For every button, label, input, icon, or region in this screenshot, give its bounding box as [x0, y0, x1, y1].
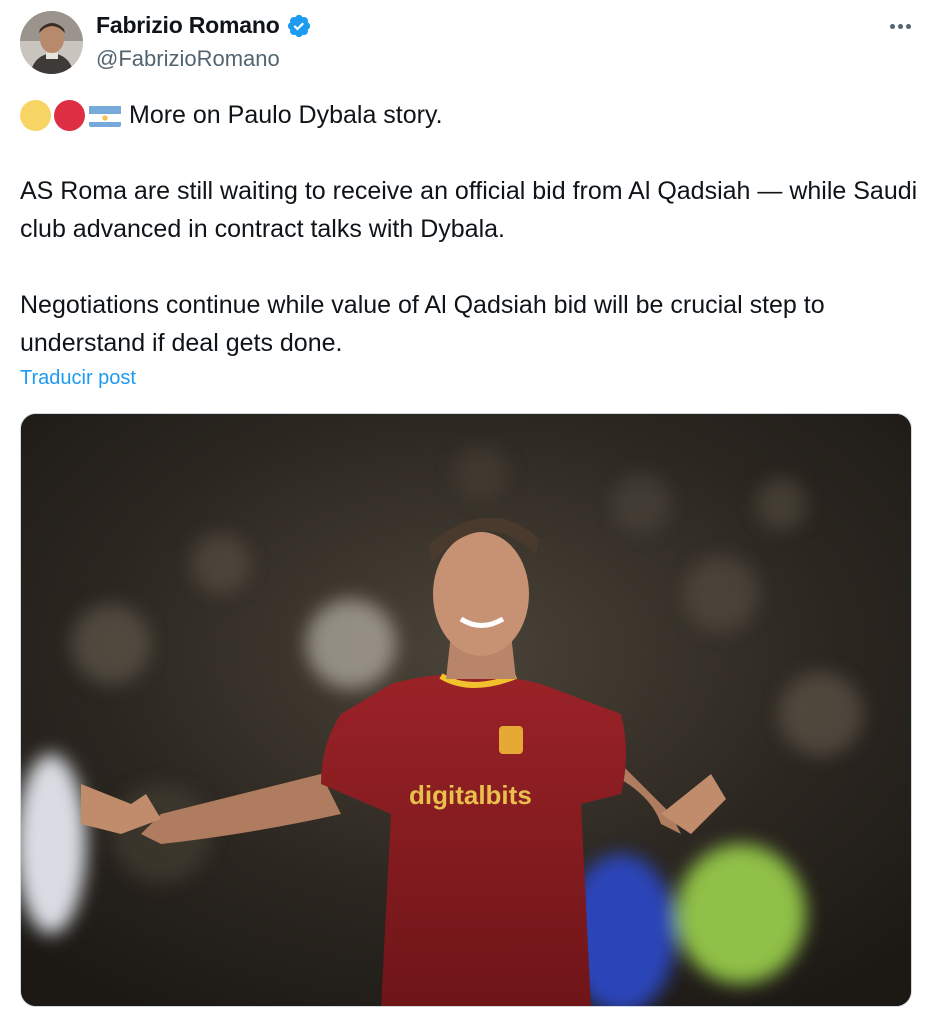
author-display-name[interactable]: Fabrizio Romano — [96, 12, 280, 39]
player-celebration-photo: digitalbits — [21, 414, 911, 1006]
jersey-sponsor-text: digitalbits — [409, 780, 532, 810]
avatar-image — [20, 11, 83, 74]
author-name-row: Fabrizio Romano — [96, 12, 312, 39]
tweet-paragraph-2: AS Roma are still waiting to receive an … — [20, 177, 918, 243]
more-options-button[interactable] — [880, 12, 920, 40]
tweet-line1-text: More on Paulo Dybala story. — [129, 101, 443, 129]
verified-badge-icon — [286, 13, 312, 39]
more-dot — [897, 23, 903, 29]
more-dot — [905, 23, 911, 29]
tweet-card: Fabrizio Romano @FabrizioRomano More on … — [0, 0, 944, 1024]
red-circle-emoji-icon — [54, 99, 85, 131]
argentina-flag-icon — [89, 103, 121, 127]
translate-post-link[interactable]: Traducir post — [20, 367, 136, 390]
tweet-text-line1: More on Paulo Dybala story. — [20, 96, 920, 134]
tweet-media-photo[interactable]: digitalbits — [20, 413, 912, 1007]
tweet-paragraph-3: Negotiations continue while value of Al … — [20, 291, 825, 357]
author-avatar[interactable] — [20, 11, 83, 74]
yellow-circle-emoji-icon — [20, 99, 51, 131]
more-dot — [889, 23, 895, 29]
author-handle[interactable]: @FabrizioRomano — [96, 46, 280, 72]
